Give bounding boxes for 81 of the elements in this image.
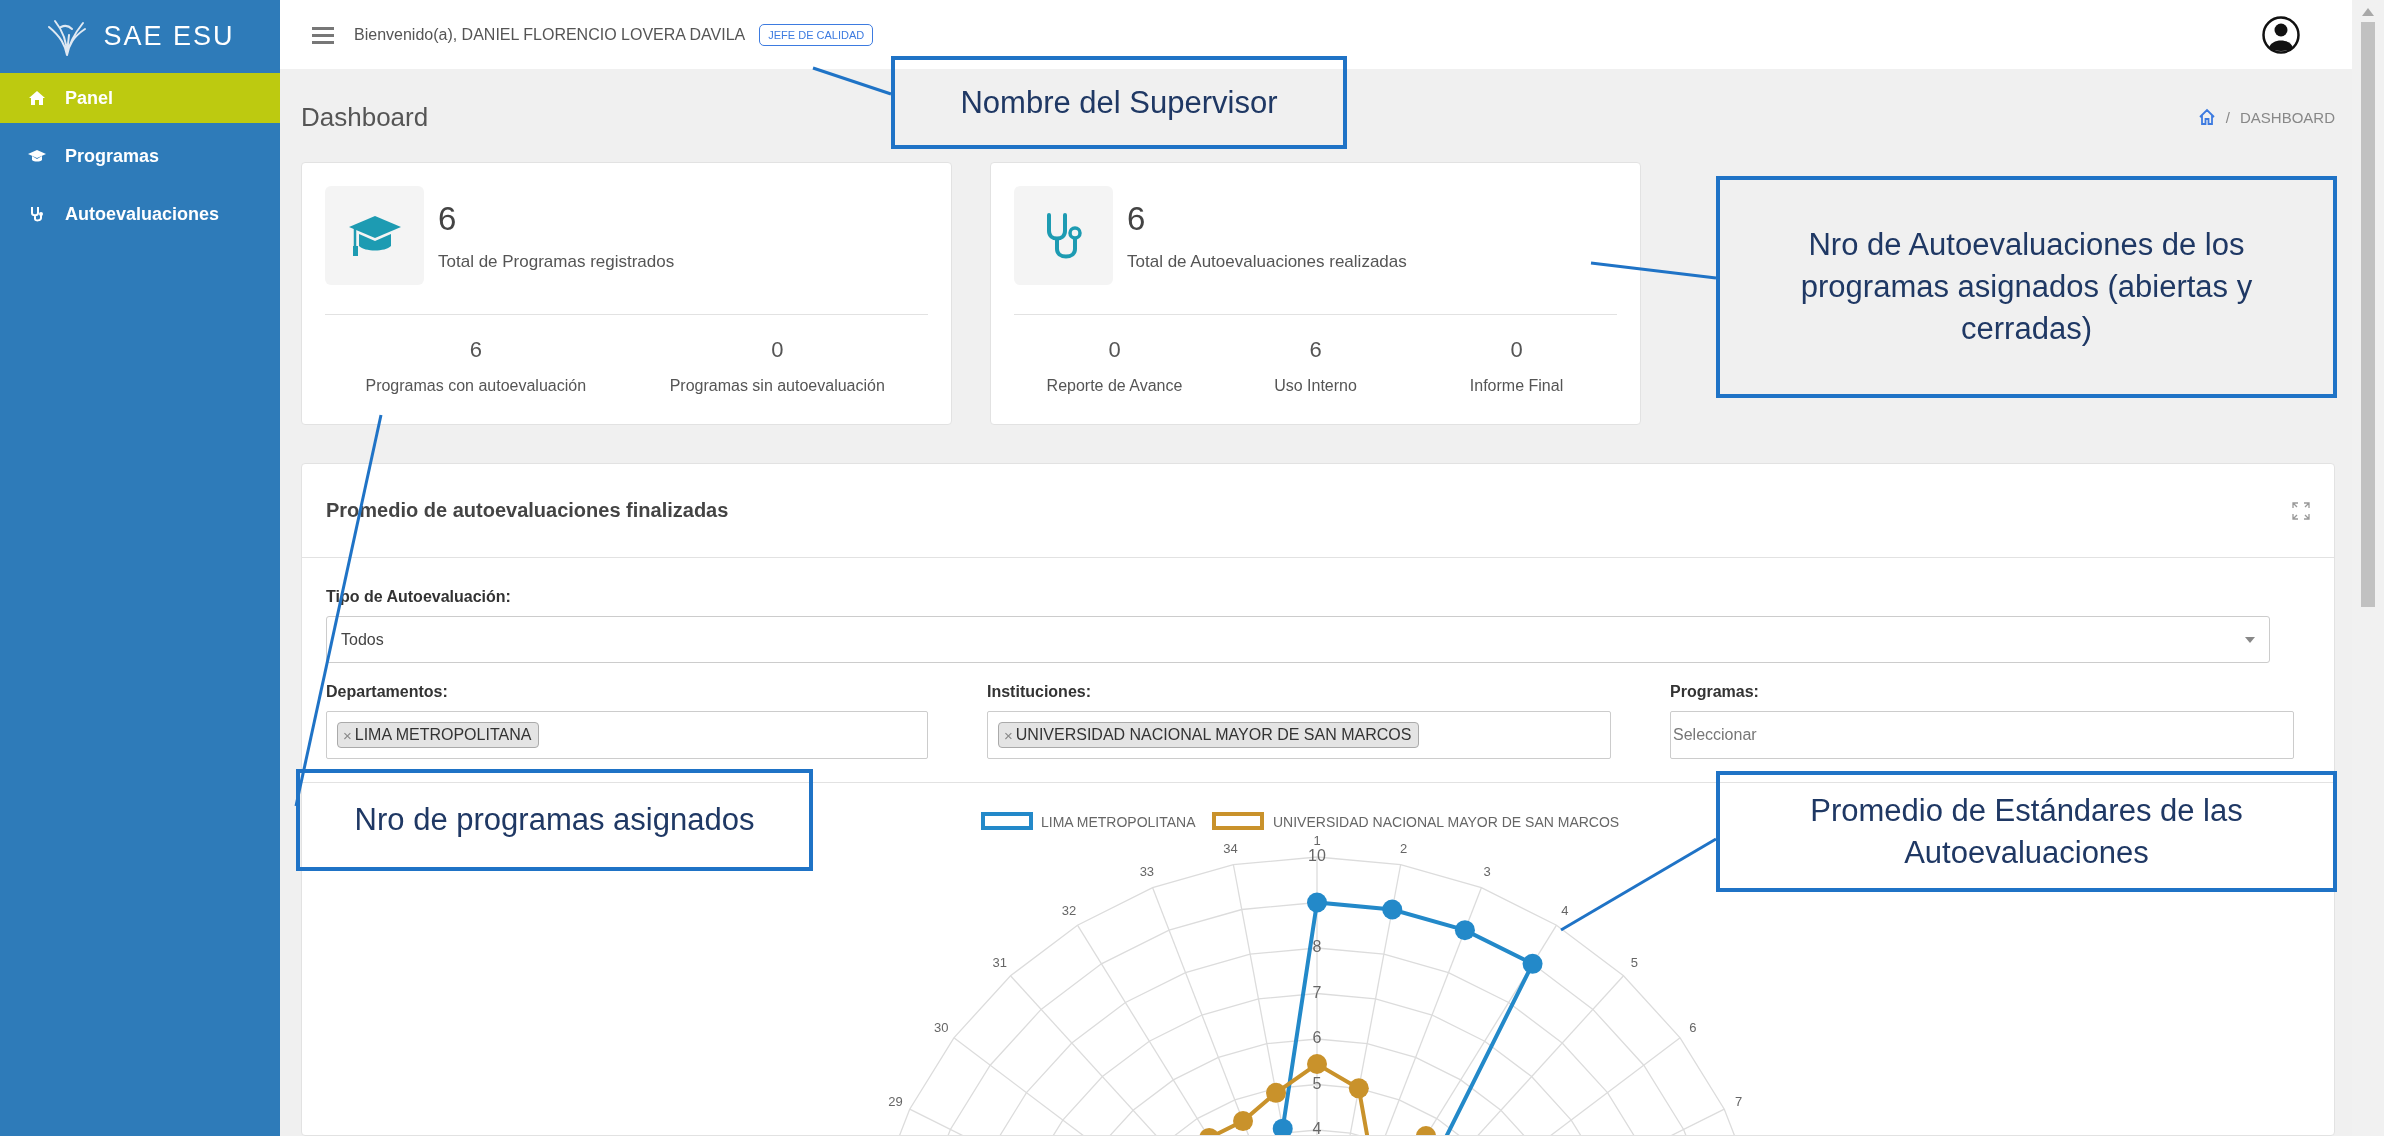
sidebar-item[interactable]: Autoevaluaciones bbox=[0, 189, 280, 239]
axis-label: 7 bbox=[1734, 1093, 1743, 1109]
stat-value: 6 bbox=[438, 200, 458, 238]
menu-icon[interactable] bbox=[312, 25, 334, 44]
tag-text: LIMA METROPOLITANA bbox=[354, 726, 532, 744]
legend-swatch[interactable] bbox=[1212, 812, 1264, 830]
scrollbar-thumb[interactable] bbox=[2361, 22, 2375, 607]
axis-label: 3 bbox=[1483, 864, 1491, 880]
axis-label: 32 bbox=[1061, 903, 1077, 919]
stat-label: Programas con autoevaluación bbox=[365, 377, 587, 395]
data-point bbox=[1233, 1111, 1254, 1132]
sidebar-item[interactable]: Programas bbox=[0, 131, 280, 181]
data-point bbox=[1416, 1126, 1436, 1135]
data-point bbox=[1522, 953, 1543, 974]
multi-select-field[interactable]: × LIMA METROPOLITANA bbox=[326, 711, 928, 759]
annotation-callout: Nro de Autoevaluaciones de los programas asignados (abiertas y cerradas) bbox=[1716, 176, 2337, 398]
axis-label: 30 bbox=[933, 1019, 949, 1035]
axis-label: 33 bbox=[1139, 864, 1155, 880]
axis-label: 2 bbox=[1399, 840, 1408, 856]
stat-value: 0 bbox=[1108, 337, 1121, 363]
legend-label[interactable]: UNIVERSIDAD NACIONAL MAYOR DE SAN MARCOS bbox=[1273, 814, 1620, 830]
axis-label: 4 bbox=[1561, 903, 1569, 919]
data-point bbox=[1272, 1118, 1293, 1135]
filter-label: Departamentos: bbox=[326, 683, 449, 701]
stat-value: 0 bbox=[1510, 337, 1523, 363]
stat-label: Total de Programas registrados bbox=[438, 252, 675, 272]
graduation-cap-icon bbox=[27, 148, 47, 164]
data-point bbox=[1199, 1127, 1220, 1135]
remove-tag-button[interactable]: × bbox=[1004, 726, 1013, 744]
legend-swatch[interactable] bbox=[981, 812, 1033, 830]
multi-select-field[interactable]: × UNIVERSIDAD NACIONAL MAYOR DE SAN MARCOS bbox=[987, 711, 1611, 759]
axis-label: 34 bbox=[1223, 840, 1238, 856]
app-logo-text: SAE ESU bbox=[103, 21, 235, 52]
tick-label: 10 bbox=[1308, 847, 1326, 865]
axis-label: 1 bbox=[1313, 832, 1321, 848]
home-icon[interactable] bbox=[2197, 108, 2216, 126]
tag-text: UNIVERSIDAD NACIONAL MAYOR DE SAN MARCOS bbox=[1015, 726, 1412, 744]
stat-value: 6 bbox=[1127, 200, 1147, 238]
axis-label: 31 bbox=[992, 955, 1007, 971]
stat-value: 0 bbox=[771, 337, 784, 363]
filter-label: Programas: bbox=[1670, 683, 1760, 701]
stat-label: Programas sin autoevaluación bbox=[669, 377, 885, 395]
tick-label: 6 bbox=[1312, 1029, 1322, 1047]
annotation-callout: Promedio de Estándares de las Autoevaluaciones bbox=[1716, 771, 2337, 892]
data-point bbox=[1348, 1078, 1369, 1099]
annotation-callout: Nombre del Supervisor bbox=[891, 56, 1347, 149]
stat-label: Informe Final bbox=[1469, 377, 1564, 395]
stat-label: Uso Interno bbox=[1274, 377, 1357, 395]
type-select[interactable]: Todos bbox=[326, 616, 2270, 663]
tick-label: 8 bbox=[1312, 938, 1322, 956]
data-point bbox=[1266, 1082, 1287, 1103]
tick-label: 5 bbox=[1312, 1074, 1322, 1092]
home-icon bbox=[27, 90, 47, 106]
filter-label: Instituciones: bbox=[987, 683, 1092, 701]
role-badge: JEFE DE CALIDAD bbox=[759, 23, 874, 46]
stat-label: Reporte de Avance bbox=[1046, 377, 1183, 395]
data-point bbox=[1307, 1054, 1327, 1075]
axis-label: 5 bbox=[1630, 955, 1638, 971]
page-title: Dashboard bbox=[301, 101, 429, 133]
annotation-callout: Nro de programas asignados bbox=[296, 769, 813, 871]
axis-label: 6 bbox=[1689, 1019, 1697, 1035]
user-avatar-icon[interactable] bbox=[2262, 15, 2300, 54]
dropdown-caret-icon bbox=[2245, 636, 2255, 643]
data-point bbox=[1382, 899, 1403, 920]
multi-select-field[interactable]: Seleccionar bbox=[1670, 711, 2294, 759]
scroll-up-arrow-icon[interactable] bbox=[2362, 8, 2374, 16]
fullscreen-icon[interactable] bbox=[2292, 501, 2310, 520]
tick-label: 4 bbox=[1312, 1120, 1322, 1135]
placeholder-text: Seleccionar bbox=[1673, 726, 1757, 744]
stat-value: 6 bbox=[1309, 337, 1322, 363]
welcome-text: Bienvenido(a), DANIEL FLORENCIO LOVERA DAVILA bbox=[354, 25, 746, 44]
tick-label: 7 bbox=[1312, 983, 1322, 1001]
data-point bbox=[1307, 892, 1327, 913]
remove-tag-button[interactable]: × bbox=[343, 726, 352, 744]
breadcrumb-current: DASHBOARD bbox=[2239, 108, 2335, 126]
stat-label: Total de Autoevaluaciones realizadas bbox=[1127, 252, 1407, 272]
stat-value: 6 bbox=[469, 337, 482, 363]
data-point bbox=[1454, 920, 1475, 941]
breadcrumb-separator: / bbox=[2225, 108, 2230, 126]
axis-label: 29 bbox=[888, 1093, 903, 1109]
legend-label[interactable]: LIMA METROPOLITANA bbox=[1041, 814, 1196, 830]
